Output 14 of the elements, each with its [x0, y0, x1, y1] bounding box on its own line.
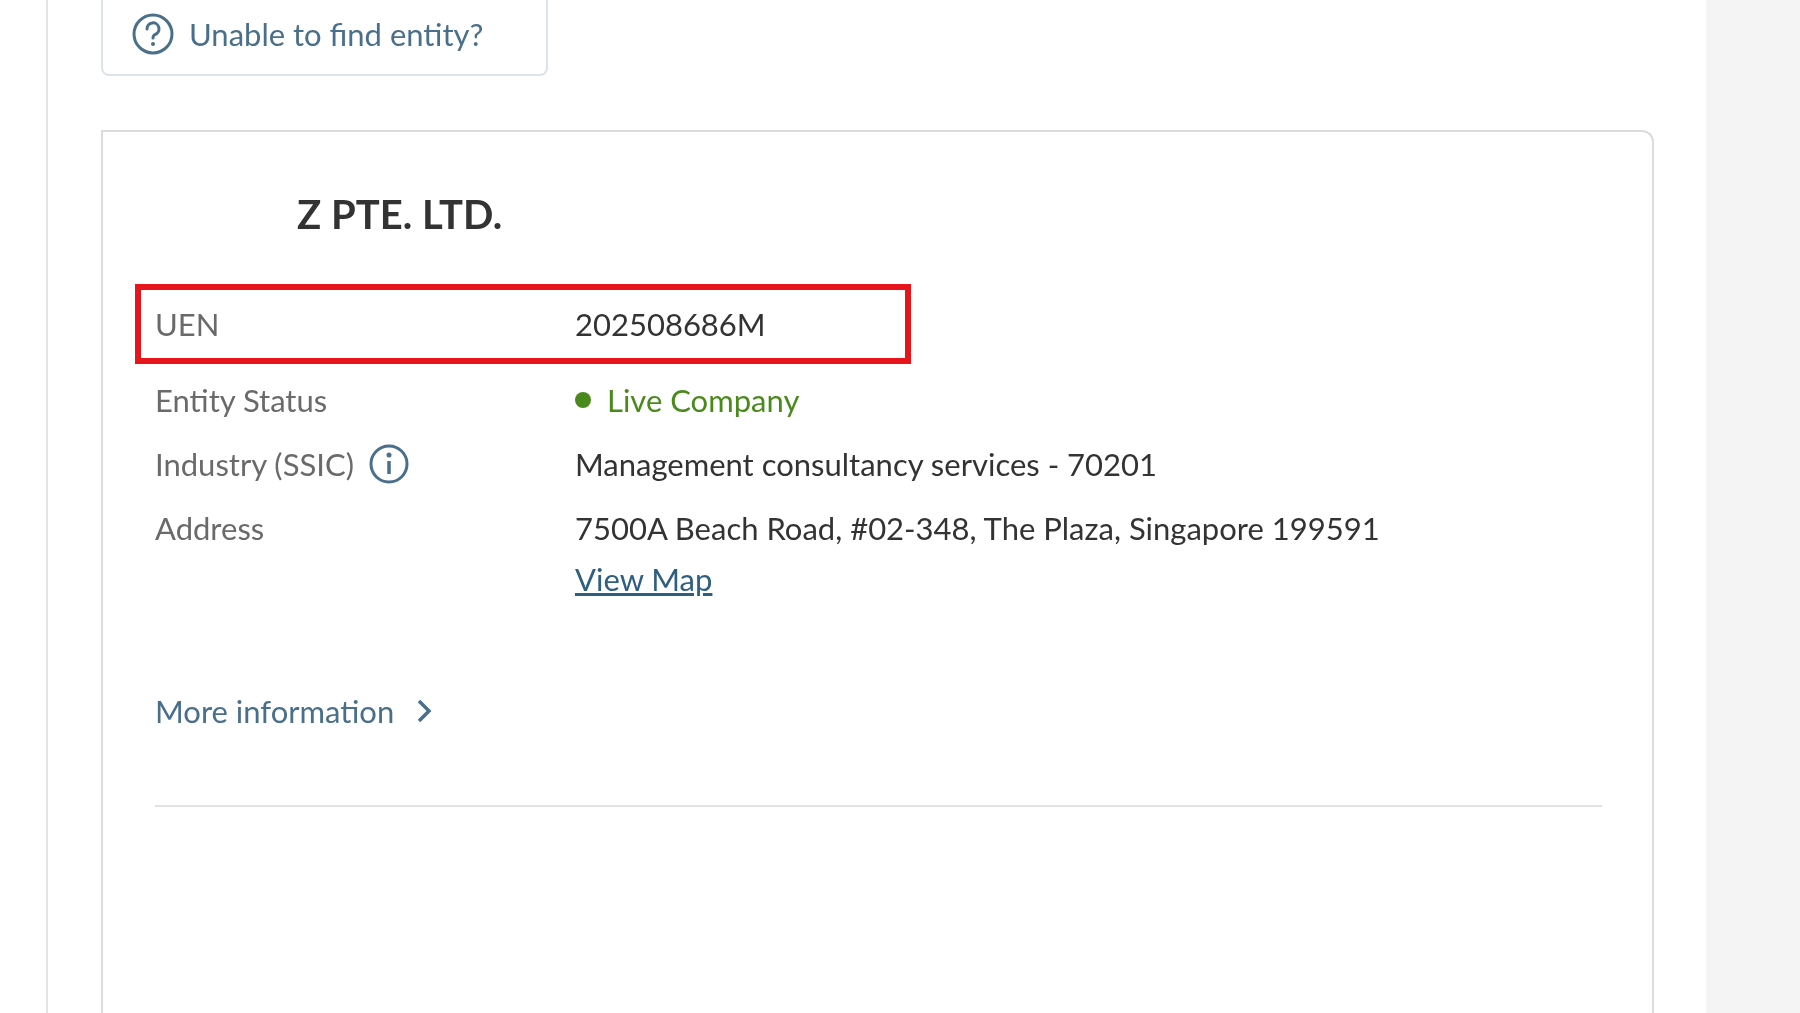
field-label: Address: [155, 508, 265, 549]
field-label: UEN: [155, 304, 220, 345]
field-label: Industry (SSIC): [155, 444, 354, 485]
company-name: Z PTE. LTD.: [297, 189, 504, 240]
info-icon[interactable]: [367, 443, 410, 485]
chevron-right-icon: [416, 698, 433, 725]
status-text: Live Company: [607, 380, 800, 421]
field-value: Management consultancy services - 70201: [575, 444, 1157, 485]
field-value: 202508686M: [575, 304, 766, 345]
help-icon: [131, 12, 175, 56]
view-map-link[interactable]: View Map: [575, 554, 713, 604]
field-value: 7500A Beach Road, #02-348, The Plaza, Singapore 199591: [575, 508, 1380, 549]
more-information-link[interactable]: More information: [155, 688, 433, 735]
field-label: Entity Status: [155, 380, 328, 421]
